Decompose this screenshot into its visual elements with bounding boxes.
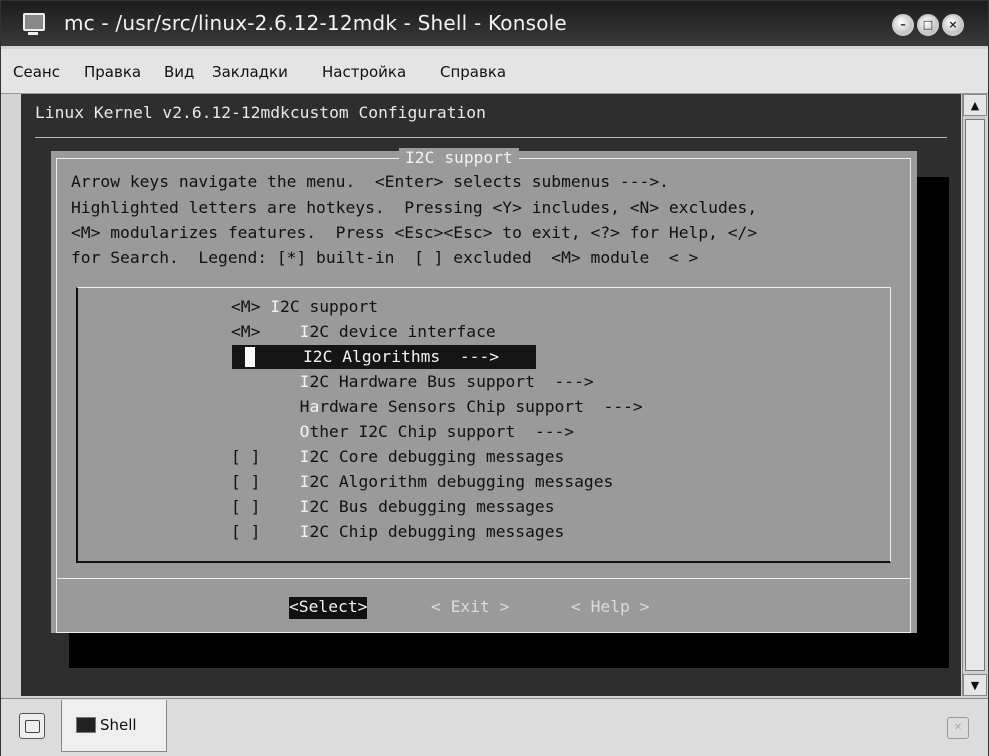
close-tab-icon[interactable]: ✕ bbox=[947, 717, 969, 739]
help-line-3: <M> modularizes features. Press <Esc><Es… bbox=[71, 223, 758, 242]
menuconfig-dialog: I2C support Arrow keys navigate the menu… bbox=[51, 148, 917, 633]
item-hotkey: I bbox=[299, 497, 310, 516]
close-button[interactable]: × bbox=[942, 14, 964, 36]
item-label: 2C device interface bbox=[309, 322, 496, 341]
item-label: 2C Algorithm debugging messages bbox=[309, 472, 614, 491]
item-label: ther I2C Chip support ---> bbox=[309, 422, 575, 441]
kernel-config-header: Linux Kernel v2.6.12-12mdkcustom Configu… bbox=[35, 103, 486, 122]
item-hotkey: I bbox=[299, 322, 310, 341]
menu-item-i2c-support[interactable]: <M> I2C support bbox=[231, 297, 378, 316]
button-separator bbox=[56, 578, 911, 579]
menu-help[interactable]: Справка bbox=[440, 63, 506, 81]
menu-settings[interactable]: Настройка bbox=[322, 63, 406, 81]
item-prefix: [ ] bbox=[231, 522, 261, 541]
help-line-2: Highlighted letters are hotkeys. Pressin… bbox=[71, 198, 758, 217]
minimize-button[interactable]: – bbox=[892, 14, 914, 36]
menu-view[interactable]: Вид bbox=[164, 63, 194, 81]
title-bar[interactable]: mc - /usr/src/linux-2.6.12-12mdk - Shell… bbox=[1, 1, 988, 46]
item-hotkey: I bbox=[299, 522, 310, 541]
menu-item-i2c-chip-debug[interactable]: [ ] I2C Chip debugging messages bbox=[231, 522, 564, 541]
tab-bar: Shell ✕ bbox=[1, 698, 988, 756]
scroll-thumb[interactable] bbox=[965, 119, 985, 671]
item-label: 2C Core debugging messages bbox=[309, 447, 565, 466]
item-hotkey: I bbox=[299, 472, 310, 491]
maximize-button[interactable]: □ bbox=[917, 14, 939, 36]
item-label: 2C Bus debugging messages bbox=[309, 497, 555, 516]
new-session-icon[interactable] bbox=[19, 713, 45, 739]
item-hotkey: a bbox=[309, 397, 320, 416]
item-prefix: [ ] bbox=[231, 447, 261, 466]
item-label: 2C Hardware Bus support ---> bbox=[309, 372, 594, 391]
menu-item-i2c-algorithms[interactable]: I2C Algorithms ---> bbox=[303, 347, 499, 366]
exit-button[interactable]: < Exit > bbox=[431, 597, 509, 616]
item-prefix: H bbox=[299, 397, 310, 416]
header-rule bbox=[35, 137, 947, 138]
item-hotkey: I bbox=[299, 372, 310, 391]
help-button[interactable]: < Help > bbox=[571, 597, 649, 616]
terminal-icon bbox=[76, 717, 96, 733]
window-title: mc - /usr/src/linux-2.6.12-12mdk - Shell… bbox=[64, 11, 567, 35]
item-label: 2C support bbox=[280, 297, 379, 316]
item-label: 2C Chip debugging messages bbox=[309, 522, 565, 541]
tab-label: Shell bbox=[100, 716, 137, 734]
dialog-title: I2C support bbox=[399, 148, 519, 167]
item-hotkey: I bbox=[270, 297, 281, 316]
item-label: rdware Sensors Chip support ---> bbox=[319, 397, 643, 416]
vertical-scrollbar[interactable]: ▲ ▼ bbox=[962, 94, 987, 696]
menu-bookmarks[interactable]: Закладки bbox=[212, 63, 288, 81]
tab-shell[interactable]: Shell bbox=[61, 700, 167, 752]
konsole-window: mc - /usr/src/linux-2.6.12-12mdk - Shell… bbox=[0, 0, 989, 756]
menu-item-i2c-bus-debug[interactable]: [ ] I2C Bus debugging messages bbox=[231, 497, 555, 516]
help-line-1: Arrow keys navigate the menu. <Enter> se… bbox=[71, 172, 669, 191]
menu-item-i2c-hardware-bus[interactable]: I2C Hardware Bus support ---> bbox=[231, 372, 594, 391]
item-hotkey: I bbox=[299, 447, 310, 466]
menu-item-i2c-device-interface[interactable]: <M> I2C device interface bbox=[231, 322, 496, 341]
menu-bar: Сеанс Правка Вид Закладки Настройка Спра… bbox=[1, 49, 988, 94]
terminal-area[interactable]: Linux Kernel v2.6.12-12mdkcustom Configu… bbox=[21, 94, 961, 696]
scroll-up-arrow-icon[interactable]: ▲ bbox=[963, 94, 987, 116]
menu-session[interactable]: Сеанс bbox=[13, 63, 60, 81]
help-line-4: for Search. Legend: [*] built-in [ ] exc… bbox=[71, 248, 699, 267]
item-hotkey: O bbox=[299, 422, 310, 441]
scroll-down-arrow-icon[interactable]: ▼ bbox=[963, 674, 987, 696]
text-cursor bbox=[245, 347, 255, 367]
menu-item-hardware-sensors[interactable]: Hardware Sensors Chip support ---> bbox=[231, 397, 643, 416]
item-prefix: [ ] bbox=[231, 497, 261, 516]
item-prefix: <M> bbox=[231, 297, 261, 316]
select-button[interactable]: <Select> bbox=[289, 597, 368, 619]
menu-item-other-i2c-chip[interactable]: Other I2C Chip support ---> bbox=[231, 422, 574, 441]
item-prefix: [ ] bbox=[231, 472, 261, 491]
menu-item-i2c-core-debug[interactable]: [ ] I2C Core debugging messages bbox=[231, 447, 564, 466]
monitor-icon bbox=[23, 13, 45, 35]
item-prefix: <M> bbox=[231, 322, 261, 341]
menu-edit[interactable]: Правка bbox=[84, 63, 141, 81]
menu-item-i2c-algorithm-debug[interactable]: [ ] I2C Algorithm debugging messages bbox=[231, 472, 613, 491]
